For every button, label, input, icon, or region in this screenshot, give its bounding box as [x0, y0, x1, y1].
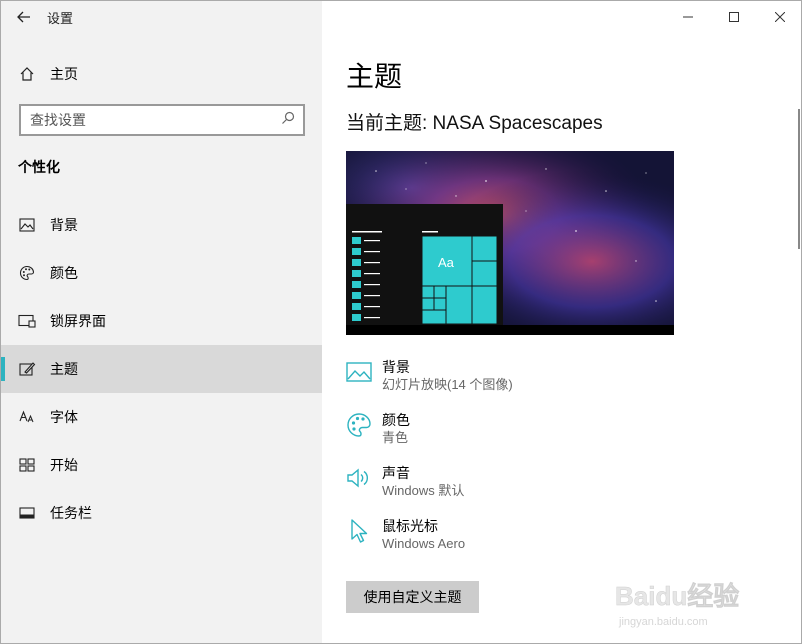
sidebar-item-lock-screen[interactable]: 锁屏界面 — [1, 297, 322, 345]
sidebar-item-fonts[interactable]: 字体 — [1, 393, 322, 441]
palette-icon — [18, 264, 36, 282]
nav-list: 背景 颜色 锁屏界面 主题 字体 开始 任务栏 — [1, 201, 322, 537]
home-icon — [18, 65, 36, 83]
maximize-icon — [729, 12, 739, 22]
sidebar-item-label: 颜色 — [50, 265, 78, 281]
use-custom-theme-button[interactable]: 使用自定义主题 — [346, 581, 479, 613]
sidebar-item-colors[interactable]: 颜色 — [1, 249, 322, 297]
setting-sound[interactable]: 声音 Windows 默认 — [346, 459, 766, 512]
sidebar-item-label: 背景 — [50, 217, 78, 233]
search-box[interactable] — [19, 104, 305, 136]
picture-icon — [346, 359, 372, 385]
sidebar-item-themes[interactable]: 主题 — [1, 345, 322, 393]
setting-value: Windows Aero — [382, 536, 466, 551]
close-icon — [775, 12, 785, 22]
sidebar-item-taskbar[interactable]: 任务栏 — [1, 489, 322, 537]
watermark-subtext: jingyan.baidu.com — [618, 616, 708, 628]
search-input[interactable] — [30, 112, 260, 128]
cursor-icon — [346, 518, 372, 544]
taskbar-icon — [18, 504, 36, 522]
search-icon[interactable] — [281, 111, 295, 130]
setting-value: 青色 — [382, 430, 409, 445]
sidebar-item-background[interactable]: 背景 — [1, 201, 322, 249]
setting-value: 幻灯片放映(14 个图像) — [382, 377, 513, 392]
setting-value: Windows 默认 — [382, 483, 465, 498]
page-title: 主题 — [346, 61, 403, 92]
setting-title: 鼠标光标 — [382, 518, 438, 534]
start-icon — [18, 456, 36, 474]
section-title: 个性化 — [18, 159, 60, 175]
lock-screen-icon — [18, 312, 36, 330]
sidebar-item-label: 主题 — [50, 361, 78, 377]
scrollbar[interactable] — [798, 109, 800, 249]
preview-tile-label: Aa — [438, 255, 455, 270]
sidebar-item-label: 字体 — [50, 409, 78, 425]
settings-window: 设置 主页 个性化 背景 — [0, 0, 802, 644]
minimize-button[interactable] — [665, 1, 711, 33]
setting-color[interactable]: 颜色 青色 — [346, 406, 766, 459]
sidebar-item-start[interactable]: 开始 — [1, 441, 322, 489]
setting-title: 颜色 — [382, 412, 410, 428]
theme-icon — [18, 360, 36, 378]
maximize-button[interactable] — [711, 1, 757, 33]
setting-mouse-cursor[interactable]: 鼠标光标 Windows Aero — [346, 512, 766, 565]
sidebar: 设置 主页 个性化 背景 — [1, 1, 322, 643]
setting-title: 背景 — [382, 359, 410, 375]
caption-buttons — [665, 1, 801, 33]
theme-preview: Aa — [346, 151, 674, 335]
sidebar-item-label: 开始 — [50, 457, 78, 473]
nav-home[interactable]: 主页 — [1, 57, 322, 91]
theme-settings-list: 背景 幻灯片放映(14 个图像) 颜色 青色 声音 Windows 默认 鼠标光… — [346, 353, 766, 565]
setting-background[interactable]: 背景 幻灯片放映(14 个图像) — [346, 353, 766, 406]
app-title: 设置 — [47, 10, 74, 26]
speaker-icon — [346, 465, 372, 491]
close-button[interactable] — [757, 1, 801, 33]
current-theme-label: 当前主题: NASA Spacescapes — [346, 113, 603, 134]
minimize-icon — [683, 16, 693, 18]
sidebar-item-label: 任务栏 — [50, 505, 92, 521]
baidu-watermark: Baidu经验 jingyan.baidu.com — [615, 581, 740, 628]
back-button[interactable] — [1, 1, 47, 33]
watermark-text: Baidu经验 — [615, 581, 739, 611]
font-icon — [18, 408, 36, 426]
sidebar-item-label: 锁屏界面 — [50, 313, 106, 329]
main-content: 主题 当前主题: NASA Spacescapes Aa 背景 幻灯片放映(14… — [322, 1, 801, 643]
title-bar: 设置 — [1, 1, 322, 33]
setting-title: 声音 — [382, 465, 410, 481]
back-arrow-icon — [17, 11, 30, 23]
picture-icon — [18, 216, 36, 234]
palette-icon — [346, 412, 372, 438]
nav-home-label: 主页 — [50, 66, 78, 82]
